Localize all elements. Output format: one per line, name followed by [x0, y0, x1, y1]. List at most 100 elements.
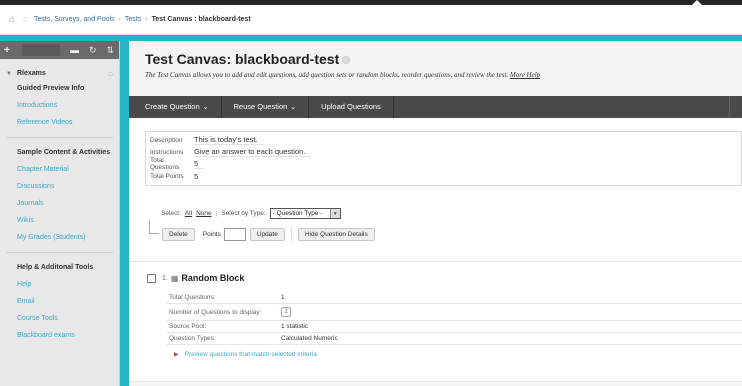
question-checkbox[interactable] — [147, 273, 156, 283]
random-block-icon: ▦ — [170, 273, 179, 283]
sidebar-item-guided-preview-info[interactable]: Guided Preview Info — [0, 80, 119, 97]
page-title: Test Canvas: blackboard-test — [145, 51, 351, 67]
detail-label: Number of Questions to display: — [169, 308, 262, 316]
course-title[interactable]: ▼ Rlexams ⌂ — [0, 59, 119, 78]
sidebar-item-reference-videos[interactable]: Reference Videos — [0, 114, 119, 131]
more-help-link[interactable]: More Help — [510, 71, 540, 79]
select-by-type-label: Select by Type: — [221, 210, 266, 217]
instructions-label: Instructions — [150, 148, 184, 156]
delete-button[interactable]: Delete — [162, 227, 195, 241]
section-divider — [129, 261, 742, 262]
action-bar-divider — [729, 96, 730, 118]
bottom-divider — [129, 381, 742, 386]
chevron-down-icon: ⌄ — [290, 104, 297, 111]
sidebar-divider — [6, 137, 113, 138]
detail-label: Total Questions: — [169, 294, 216, 301]
add-menu-item-icon[interactable]: + — [4, 45, 16, 56]
select-row: Select: All None | Select by Type: - Que… — [161, 208, 341, 219]
total-points-value: 5 — [194, 171, 199, 181]
sidebar-item-chapter-material[interactable]: Chapter Material — [0, 161, 119, 178]
action-bar: Create Question ⌄ Reuse Question ⌄ Upload … — [129, 96, 742, 118]
select-none-link[interactable]: None — [196, 210, 212, 217]
breadcrumb-separator: › — [118, 16, 121, 23]
refresh-icon[interactable]: ↻ — [89, 45, 97, 56]
content-frame-border — [120, 41, 129, 386]
main-content: Test Canvas: blackboard-test The Test Ca… — [129, 41, 742, 386]
breadcrumb-tests[interactable]: Tests — [125, 16, 141, 23]
sort-icon[interactable]: ⇅ — [107, 45, 115, 56]
title-options-icon[interactable] — [342, 56, 351, 65]
info-row-total-points: Total Points 5 — [146, 170, 741, 182]
breadcrumb-separator: › — [145, 16, 148, 23]
sidebar-item-my-grades[interactable]: My Grades (Students) — [0, 229, 119, 246]
sidebar-divider — [6, 252, 113, 253]
detail-label: Source Pool: — [169, 323, 207, 330]
detail-row-source-pool: Source Pool: 1 statistic — [166, 321, 742, 333]
select-label: Select: — [161, 210, 181, 217]
expand-triangle-icon[interactable]: ▶ — [174, 351, 179, 358]
description-label: Description — [150, 136, 183, 144]
info-row-description: Description This is today's test. — [146, 134, 741, 146]
reuse-question-label: Reuse Question — [233, 102, 288, 111]
page-header: Test Canvas: blackboard-test The Test Ca… — [129, 41, 742, 96]
sidebar-item-wikis[interactable]: Wikis — [0, 212, 119, 229]
detail-label: Question Types: — [169, 335, 216, 342]
question-actions: Delete Points Update Hide Question Detai… — [162, 227, 375, 241]
sidebar-item-discussions[interactable]: Discussions — [0, 178, 119, 195]
sidebar-item-sample-content[interactable]: Sample Content & Activities — [0, 144, 119, 161]
total-points-label: Total Points — [150, 172, 184, 180]
update-button[interactable]: Update — [249, 227, 285, 241]
page-title-text: Test Canvas: blackboard-test — [145, 51, 340, 67]
sidebar-item-help-tools[interactable]: Help & Additonal Tools — [0, 259, 119, 276]
question-title[interactable]: Random Block — [181, 273, 244, 283]
preview-questions[interactable]: ▶ Preview questions that match selected … — [174, 351, 317, 358]
question-type-select[interactable]: - Question Type - ▼ — [269, 208, 341, 219]
preview-questions-link[interactable]: Preview questions that match selected cr… — [185, 351, 317, 358]
question-type-value: - Question Type - — [272, 210, 323, 217]
question-header: 1. ▦ Random Block — [147, 273, 244, 283]
questions-to-display-link[interactable]: 1 — [281, 307, 291, 317]
upload-questions-button[interactable]: Upload Questions — [309, 96, 394, 118]
points-label: Points — [202, 230, 221, 238]
detail-row-total-questions: Total Questions: 1 — [166, 292, 742, 304]
sidebar-item-course-tools[interactable]: Course Tools — [0, 310, 119, 327]
sidebar-item-email[interactable]: Email — [0, 293, 119, 310]
breadcrumb-tests-surveys-pools[interactable]: Tests, Surveys, and Pools — [34, 16, 115, 23]
dropdown-arrow-icon: ▼ — [329, 209, 340, 218]
collapse-triangle-icon[interactable]: ▼ — [6, 71, 12, 77]
total-questions-value: 5 — [194, 159, 205, 169]
points-input[interactable] — [223, 227, 246, 241]
sidebar-item-introductions[interactable]: Introductions — [0, 97, 119, 114]
breadcrumb: ⌂ ◌ Tests, Surveys, and Pools › Tests › … — [0, 5, 742, 35]
detail-row-question-types: Question Types: Calculated Numeric — [166, 333, 742, 345]
folder-icon[interactable]: ▬ — [70, 45, 79, 55]
description-value: This is today's test. — [194, 135, 264, 145]
course-menu: + ▬ ↻ ⇅ ▼ Rlexams ⌂ Guided Preview Info … — [0, 41, 120, 386]
course-home-icon[interactable]: ⌂ — [108, 69, 113, 78]
instructions-value: Give an answer to each question. — [194, 147, 312, 157]
select-all-link[interactable]: All — [185, 210, 192, 217]
button-divider — [290, 227, 292, 241]
menu-search-box[interactable] — [22, 44, 60, 56]
random-block-details: Total Questions: 1 Number of Questions t… — [166, 292, 742, 345]
detail-value: Calculated Numeric — [281, 335, 338, 342]
sidebar-item-help[interactable]: Help — [0, 276, 119, 293]
sidebar-item-journals[interactable]: Journals — [0, 195, 119, 212]
question-number: 1. — [162, 274, 168, 282]
select-separator: | — [215, 210, 218, 217]
home-icon[interactable]: ⌂ — [6, 14, 18, 26]
reuse-question-button[interactable]: Reuse Question ⌄ — [222, 96, 310, 118]
test-info-box: Description This is today's test. Instru… — [145, 131, 742, 186]
create-question-button[interactable]: Create Question ⌄ — [133, 96, 222, 118]
total-questions-label: Total Questions — [150, 157, 180, 171]
page-subtitle: The Test Canvas allows you to add and ed… — [145, 71, 540, 79]
detail-value: 1 statistic — [281, 323, 309, 330]
breadcrumb-current: Test Canvas : blackboard-test — [151, 16, 251, 23]
detail-row-questions-to-display: Number of Questions to display: 1 — [166, 304, 742, 321]
course-menu-toolbar: + ▬ ↻ ⇅ — [0, 41, 119, 59]
sidebar-item-blackboard-exams[interactable]: Blackboard exams — [0, 327, 119, 344]
page-subtitle-text: The Test Canvas allows you to add and ed… — [145, 71, 509, 79]
selection-arrow-icon — [149, 220, 159, 234]
hide-question-details-button[interactable]: Hide Question Details — [297, 227, 375, 241]
info-icon[interactable]: ◌ — [20, 14, 32, 26]
